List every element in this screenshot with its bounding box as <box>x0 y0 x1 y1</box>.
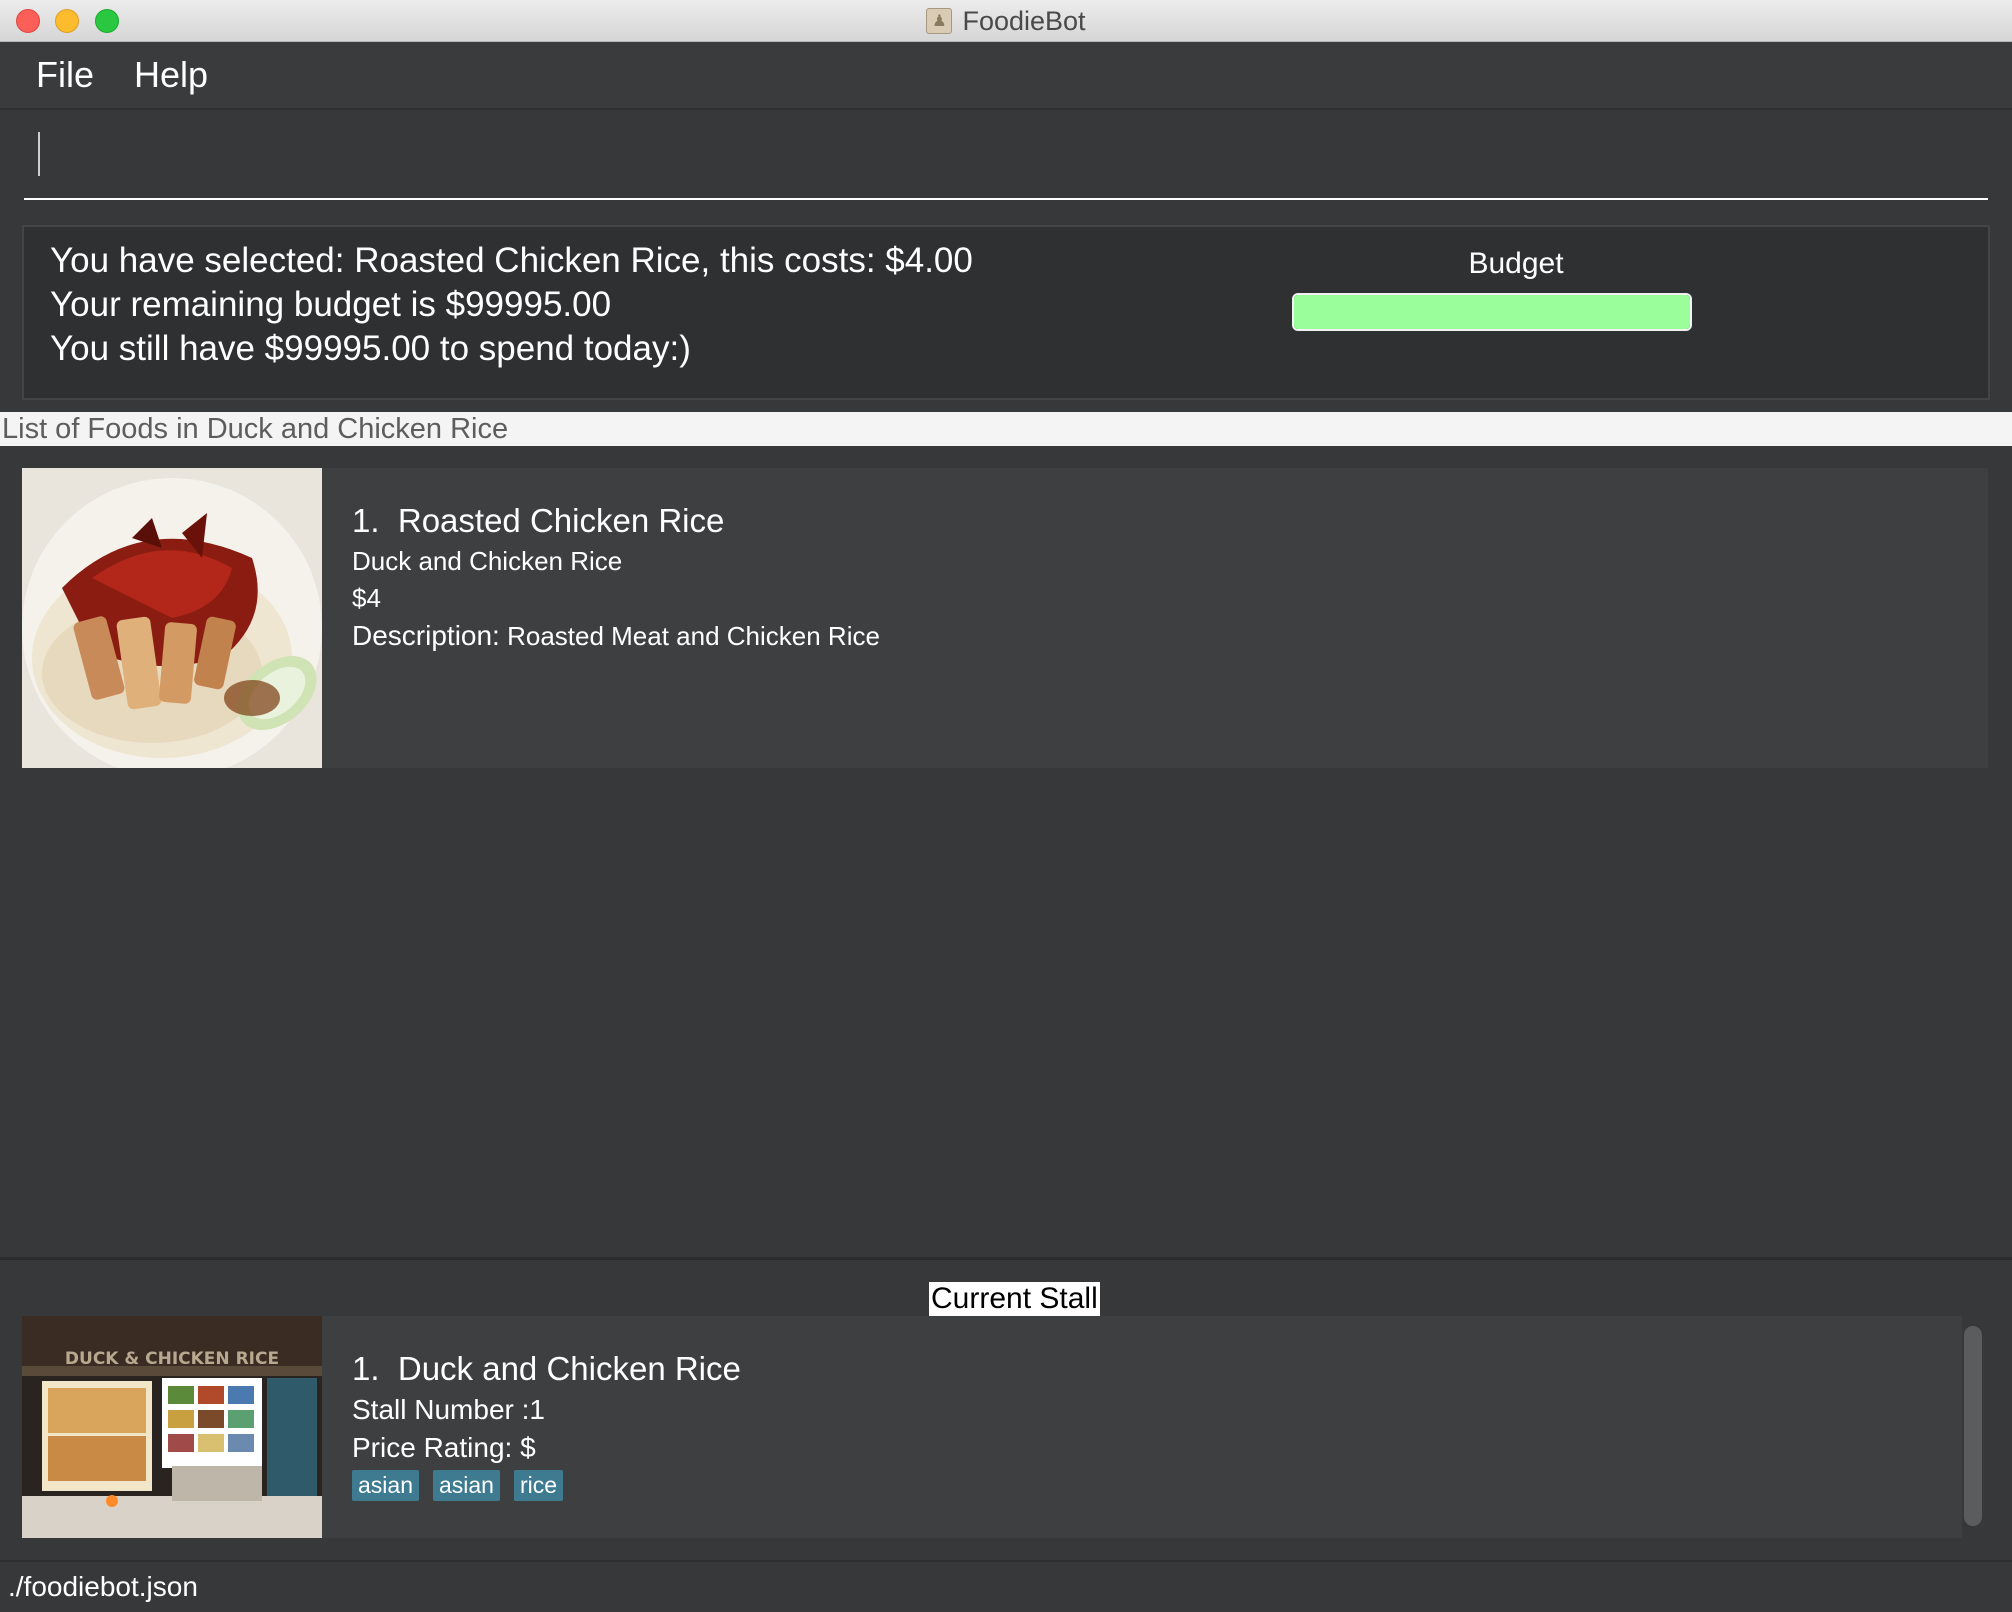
command-box <box>24 112 1988 200</box>
food-index: 1. <box>352 502 380 539</box>
result-display: You have selected: Roasted Chicken Rice,… <box>22 225 1990 400</box>
stall-title: 1. Duck and Chicken Rice <box>352 1350 741 1388</box>
command-input[interactable] <box>24 112 1988 198</box>
description-text: Roasted Meat and Chicken Rice <box>507 621 880 651</box>
stall-sign-text: DUCK & CHICKEN RICE <box>65 1349 279 1369</box>
food-list[interactable]: 1. Roasted Chicken Rice Duck and Chicken… <box>0 446 2012 1260</box>
file-path: ./foodiebot.json <box>8 1571 198 1602</box>
food-name: Roasted Chicken Rice <box>397 502 725 539</box>
stall-index: 1. <box>352 1350 380 1387</box>
stall-image: DUCK & CHICKEN RICE <box>22 1316 322 1538</box>
tag-label: asian <box>432 1470 500 1501</box>
stall-price-rating: Price Rating: $ <box>352 1432 536 1463</box>
result-line-spend: You still have $99995.00 to spend today:… <box>50 329 691 368</box>
menu-bar: File Help <box>0 42 2012 110</box>
stall-number: Stall Number :1 <box>352 1394 545 1425</box>
stall-tags: asian asian rice <box>352 1470 741 1501</box>
window-title: FoodieBot <box>962 5 1086 36</box>
food-list-header: List of Foods in Duck and Chicken Rice <box>0 412 2012 446</box>
status-bar: ./foodiebot.json <box>0 1560 2012 1612</box>
current-stall-header: Current Stall <box>929 1282 1100 1316</box>
tag-label: rice <box>513 1470 564 1501</box>
food-image <box>22 468 322 768</box>
stall-card[interactable]: DUCK & CHICKEN RICE 1. Duck and Chicken … <box>22 1316 1962 1538</box>
food-description: Description: Roasted Meat and Chicken Ri… <box>352 620 880 652</box>
description-label: Description: <box>352 620 500 651</box>
result-line-remaining: Your remaining budget is $99995.00 <box>50 285 612 324</box>
result-line-selection: You have selected: Roasted Chicken Rice,… <box>50 241 973 280</box>
stall-scrollbar[interactable] <box>1964 1326 1982 1526</box>
menu-file[interactable]: File <box>36 54 94 96</box>
app-icon: ♟ <box>926 8 953 34</box>
text-caret <box>38 132 40 176</box>
food-title: 1. Roasted Chicken Rice <box>352 502 880 540</box>
budget-progress-bar <box>1292 293 1692 331</box>
food-price: $4 <box>352 583 381 613</box>
food-card[interactable]: 1. Roasted Chicken Rice Duck and Chicken… <box>22 468 1988 768</box>
budget-label: Budget <box>1468 247 1564 280</box>
title-bar: ♟ FoodieBot <box>0 0 2012 42</box>
food-card-details: 1. Roasted Chicken Rice Duck and Chicken… <box>352 502 880 652</box>
stall-name: Duck and Chicken Rice <box>397 1350 741 1387</box>
budget-progress-fill <box>1294 295 1690 329</box>
result-text: You have selected: Roasted Chicken Rice,… <box>50 239 973 371</box>
tag-label: asian <box>352 1470 419 1501</box>
stall-card-details: 1. Duck and Chicken Rice Stall Number :1… <box>352 1350 741 1501</box>
menu-help[interactable]: Help <box>134 54 208 96</box>
food-stall-name: Duck and Chicken Rice <box>352 546 623 576</box>
